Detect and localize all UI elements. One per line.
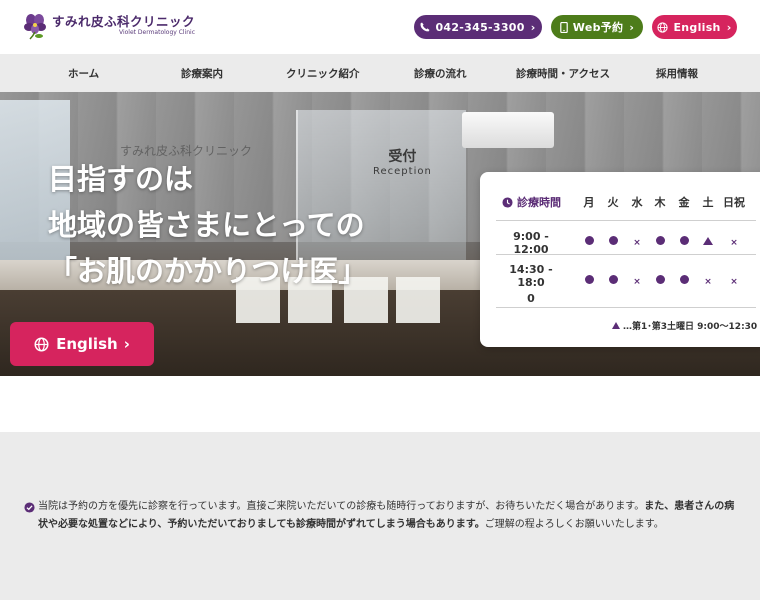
hero-english-button[interactable]: English ›	[10, 322, 154, 366]
closed-cross-icon: ×	[730, 238, 738, 248]
nav-item-about[interactable]: クリニック紹介	[286, 66, 360, 81]
chevron-right-icon: ›	[123, 335, 130, 353]
hero-line-3: 「お肌のかかりつけ医」	[48, 254, 368, 288]
nav-item-services[interactable]: 診療案内	[181, 66, 223, 81]
reception-sign: 受付 Reception	[373, 146, 432, 177]
closed-cross-icon: ×	[633, 277, 641, 287]
day-tue: 火	[607, 196, 619, 209]
schedule-time-afternoon: 14:30 - 18:0 0	[496, 263, 566, 305]
notice-text-end: ご理解の程よろしくお願いいたします。	[484, 519, 664, 530]
closed-cross-icon: ×	[730, 277, 738, 287]
notice-section: 当院は予約の方を優先に診察を行っています。直接ご来院いただいての診療も随時行って…	[0, 432, 760, 600]
notice-text-normal: 当院は予約の方を優先に診察を行っています。直接ご来院いただいての診療も随時行って…	[38, 501, 645, 512]
closed-cross-icon: ×	[704, 277, 712, 287]
schedule-title-text: 診療時間	[517, 196, 561, 209]
triangle-icon	[696, 230, 720, 249]
day-sat: 土	[702, 196, 714, 209]
chevron-right-icon: ›	[629, 20, 635, 34]
schedule-time-afternoon-line1: 14:30 - 18:0	[509, 263, 553, 289]
hero-line-1: 目指すのは	[48, 162, 194, 196]
nav-item-recruit[interactable]: 採用情報	[656, 66, 698, 81]
open-dot-icon	[648, 269, 672, 288]
triangle-icon	[612, 322, 620, 329]
violet-flower-icon	[22, 12, 48, 40]
hero-english-label: English	[56, 335, 118, 353]
globe-icon	[34, 337, 49, 351]
open-dot-icon	[672, 269, 696, 288]
schedule-time-afternoon-line2: 0	[527, 292, 535, 305]
site-header: すみれ皮ふ科クリニック Violet Dermatology Clinic 04…	[0, 0, 760, 54]
english-label: English	[673, 20, 721, 34]
open-dot-icon	[672, 230, 696, 249]
phone-number: 042-345-3300	[435, 20, 525, 34]
smartphone-icon	[559, 21, 568, 33]
english-button[interactable]: English ›	[652, 15, 737, 39]
day-mon: 月	[583, 196, 595, 209]
open-dot-icon	[601, 269, 625, 288]
main-nav: ホーム 診療案内 クリニック紹介 診療の流れ 診療時間・アクセス 採用情報	[0, 54, 760, 92]
hero-catchcopy: 目指すのは 地域の皆さまにとっての 「お肌のかかりつけ医」	[48, 156, 367, 294]
schedule-time-morning: 9:00 - 12:00	[513, 230, 549, 256]
schedule-divider	[496, 254, 756, 255]
open-dot-icon	[577, 269, 601, 288]
nav-item-home[interactable]: ホーム	[68, 66, 99, 81]
globe-icon	[657, 21, 669, 33]
clinic-logo[interactable]: すみれ皮ふ科クリニック Violet Dermatology Clinic	[22, 12, 195, 40]
day-fri: 金	[678, 196, 690, 209]
schedule-note: …第1･第3土曜日 9:00〜12:30	[612, 319, 757, 332]
open-dot-icon	[601, 230, 625, 249]
closed-cross-icon: ×	[633, 238, 641, 248]
logo-title: すみれ皮ふ科クリニック	[52, 13, 196, 29]
schedule-title: 診療時間	[502, 194, 561, 210]
reception-sign-jp: 受付	[388, 149, 417, 165]
chevron-right-icon: ›	[530, 20, 536, 34]
air-conditioner	[462, 112, 554, 148]
open-dot-icon	[577, 230, 601, 249]
reception-sign-en: Reception	[373, 166, 432, 177]
nav-item-hours-access[interactable]: 診療時間・アクセス	[516, 66, 610, 81]
schedule-header: 診療時間 月 火 水 木 金 土 日祝	[480, 194, 760, 212]
clock-icon	[502, 196, 513, 208]
check-circle-icon	[24, 502, 35, 513]
notice-text: 当院は予約の方を優先に診察を行っています。直接ご来院いただいての診療も随時行って…	[24, 498, 744, 534]
phone-button[interactable]: 042-345-3300 ›	[414, 15, 542, 39]
day-thu: 木	[654, 196, 666, 209]
hero-line-2: 地域の皆さまにとっての	[48, 208, 365, 242]
phone-icon	[420, 22, 430, 32]
logo-subtitle: Violet Dermatology Clinic	[118, 29, 196, 37]
schedule-divider	[496, 307, 756, 308]
day-sun-holiday: 日祝	[723, 196, 745, 209]
nav-item-flow[interactable]: 診療の流れ	[414, 66, 467, 81]
schedule-divider	[496, 220, 756, 221]
counter-notice	[396, 277, 440, 323]
open-dot-icon	[648, 230, 672, 249]
chevron-right-icon: ›	[726, 20, 732, 34]
schedule-card: 診療時間 月 火 水 木 金 土 日祝 9:00 - 12:00 14:30 -…	[480, 172, 760, 347]
web-reservation-button[interactable]: Web予約 ›	[551, 15, 643, 39]
day-wed: 水	[631, 196, 643, 209]
schedule-note-text: …第1･第3土曜日 9:00〜12:30	[623, 322, 758, 332]
web-reservation-label: Web予約	[572, 21, 624, 34]
